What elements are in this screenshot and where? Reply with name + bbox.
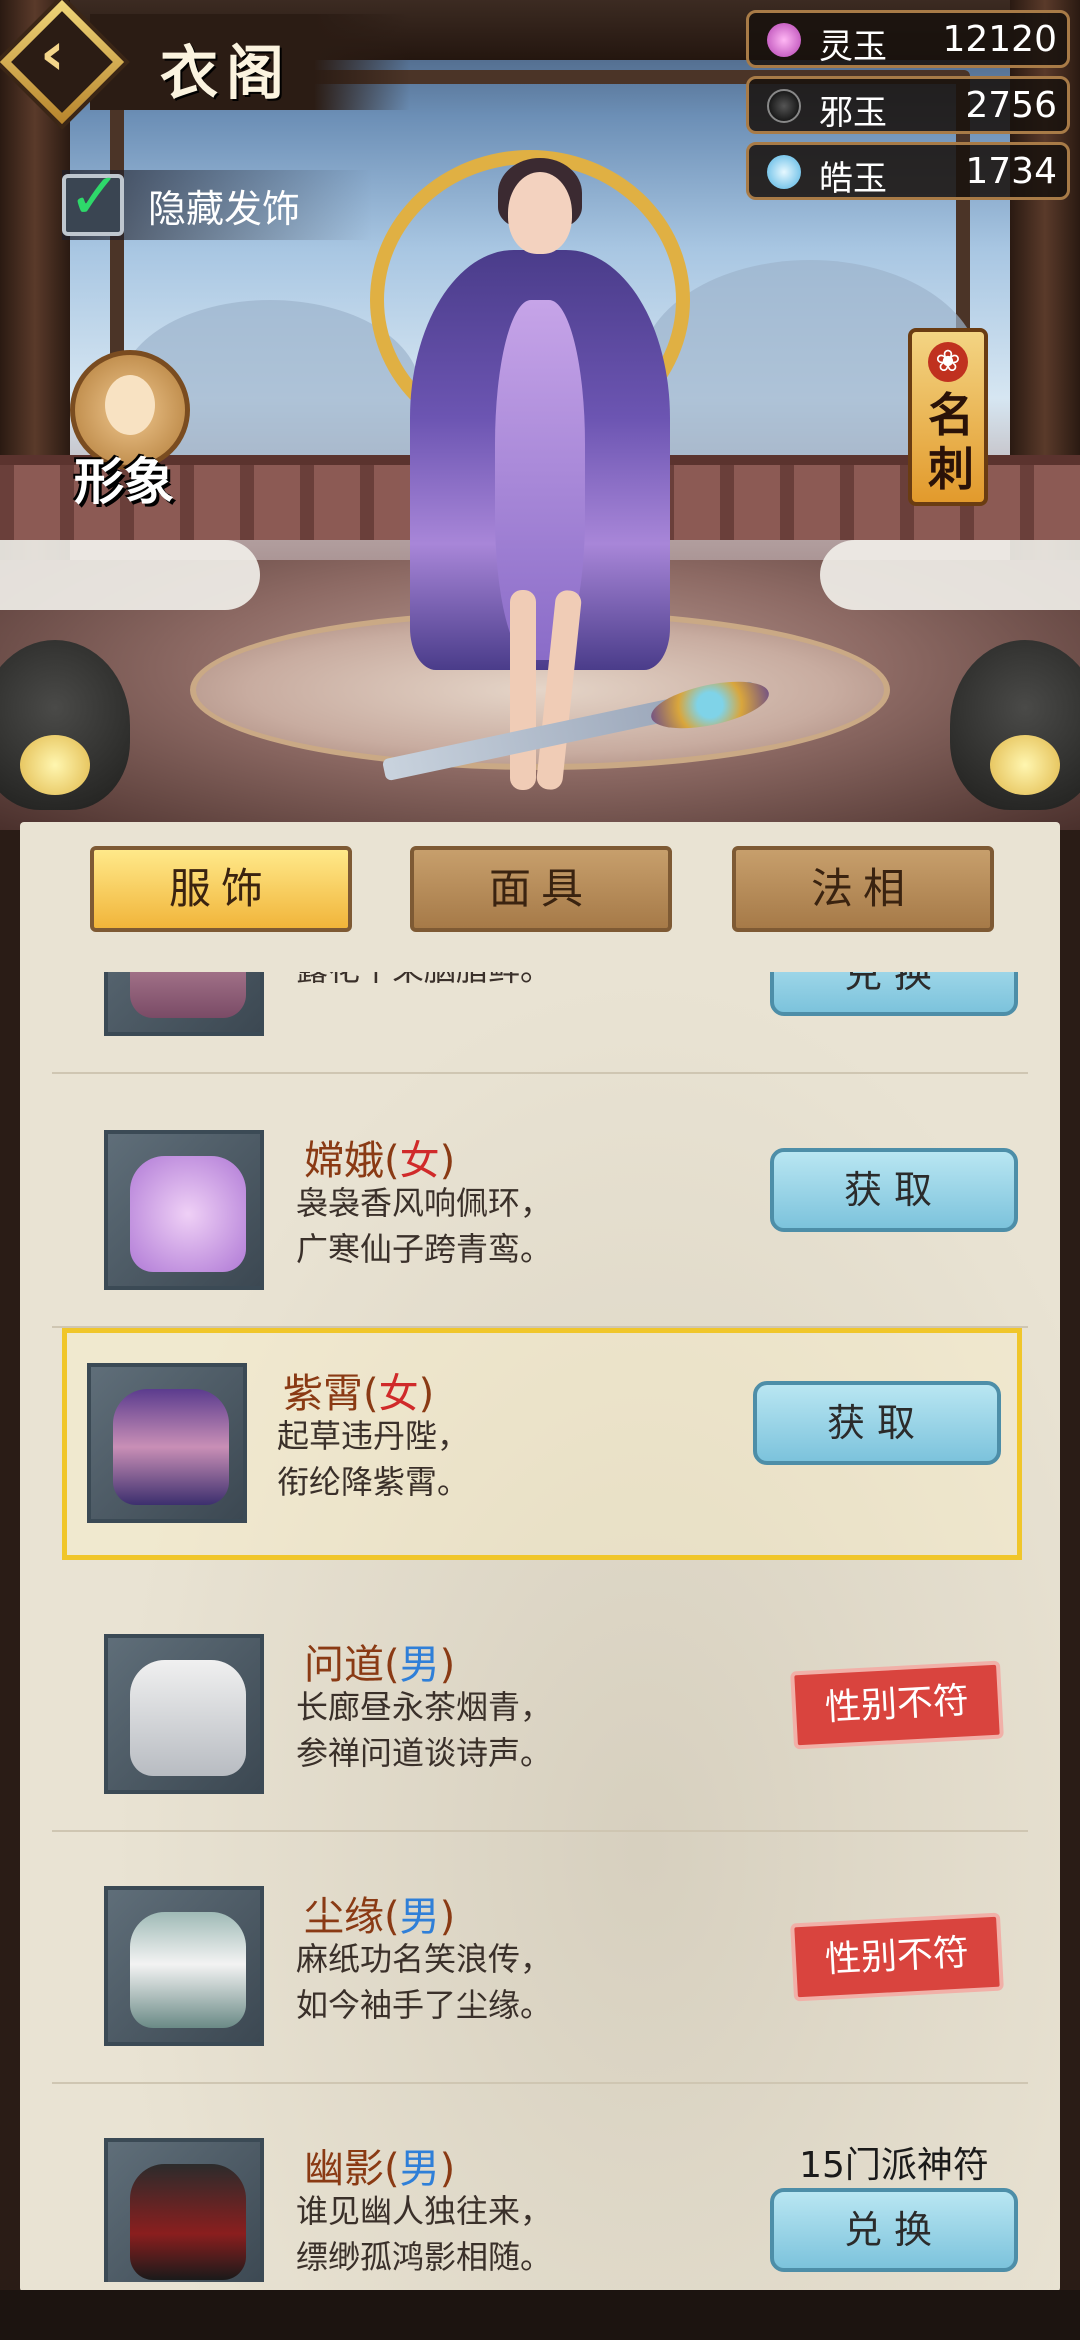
wardrobe-panel: 服饰 面具 法相 露花千朵胭脂鲜。 兑换 嫦娥(女) 袅袅香风响佩环，广寒仙子跨… <box>20 822 1060 2292</box>
hide-hair-label: 隐藏发饰 <box>148 186 301 231</box>
exchange-button[interactable]: 兑换 <box>770 972 1018 1016</box>
costume-thumbnail <box>87 1363 247 1523</box>
xieyu-jade-icon <box>767 89 801 123</box>
list-item[interactable]: 嫦娥(女) 袅袅香风响佩环， 广寒仙子跨青鸾。 获取 <box>52 1076 1028 1328</box>
item-name: 紫霄(女) <box>283 1371 435 1417</box>
item-name: 嫦娥(女) <box>304 1138 456 1184</box>
item-name: 问道(男) <box>304 1642 456 1688</box>
list-item[interactable]: 幽影(男) 谁见幽人独往来， 缥缈孤鸿影相随。 15门派神符 兑换 <box>52 2084 1028 2282</box>
costume-thumbnail <box>104 1886 264 2046</box>
currency-name: 皓玉 <box>819 159 887 199</box>
seal-icon: ❀ <box>928 342 968 382</box>
haoyu-jade-icon <box>767 155 801 189</box>
list-item[interactable]: 露花千朵胭脂鲜。 兑换 <box>52 972 1028 1074</box>
cloud <box>820 540 1080 610</box>
exchange-cost: 15门派神符 <box>799 2145 989 2186</box>
item-description: 谁见幽人独往来， 缥缈孤鸿影相随。 <box>296 2192 553 2276</box>
item-description: 长廊昼永茶烟青， 参禅问道谈诗声。 <box>296 1688 553 1772</box>
currency-value: 12120 <box>942 19 1057 60</box>
costume-thumbnail <box>104 2138 264 2282</box>
list-item[interactable]: 尘缘(男) 麻纸功名笑浪传， 如今袖手了尘缘。 性别不符 <box>52 1832 1028 2084</box>
lingyu-gem-icon <box>767 23 801 57</box>
currency-name: 灵玉 <box>819 27 887 67</box>
currency-haoyu: 皓玉 1734 <box>746 142 1070 200</box>
appearance-label: 形象 <box>74 452 174 511</box>
item-name: 幽影(男) <box>304 2146 456 2192</box>
costume-list[interactable]: 露花千朵胭脂鲜。 兑换 嫦娥(女) 袅袅香风响佩环，广寒仙子跨青鸾。 获取 紫霄… <box>52 972 1028 2282</box>
name-card-label: 名刺 <box>928 388 974 496</box>
item-name: 尘缘(男) <box>304 1894 456 1940</box>
cloud <box>0 540 260 610</box>
obtain-button[interactable]: 获取 <box>770 1148 1018 1232</box>
item-description: 起草违丹陛， 衔纶降紫霄。 <box>277 1417 470 1501</box>
currency-value: 1734 <box>965 151 1057 192</box>
currency-xieyu: 邪玉 2756 <box>746 76 1070 134</box>
currency-name: 邪玉 <box>819 93 887 133</box>
exchange-button[interactable]: 兑换 <box>770 2188 1018 2272</box>
list-item-selected[interactable]: 紫霄(女) 起草违丹陛， 衔纶降紫霄。 获取 <box>62 1328 1022 1560</box>
obtain-button[interactable]: 获取 <box>753 1381 1001 1465</box>
currency-value: 2756 <box>965 85 1057 126</box>
item-description: 麻纸功名笑浪传， 如今袖手了尘缘。 <box>296 1940 553 2024</box>
gender-mismatch-stamp: 性别不符 <box>790 1912 1004 2002</box>
appearance-button[interactable]: 形象 <box>70 350 190 511</box>
costume-thumbnail <box>104 972 264 1036</box>
tab-mask[interactable]: 面具 <box>410 846 672 932</box>
bottom-bar <box>0 2290 1080 2340</box>
tab-costume[interactable]: 服饰 <box>90 846 352 932</box>
checkbox[interactable]: ✓ <box>62 160 124 236</box>
item-description: 露花千朵胭脂鲜。 <box>296 972 552 992</box>
list-item[interactable]: 问道(男) 长廊昼永茶烟青， 参禅问道谈诗声。 性别不符 <box>52 1580 1028 1832</box>
character-model <box>340 150 773 791</box>
item-description: 袅袅香风响佩环， 广寒仙子跨青鸾。 <box>296 1184 553 1268</box>
page-title: 衣阁 <box>160 39 293 107</box>
tab-dharma[interactable]: 法相 <box>732 846 994 932</box>
checkmark-icon: ✓ <box>68 160 122 234</box>
costume-thumbnail <box>104 1634 264 1794</box>
head <box>508 172 572 254</box>
leg <box>510 590 536 790</box>
hide-hair-toggle[interactable]: ✓ 隐藏发饰 <box>62 160 372 240</box>
chevron-left-icon[interactable]: ‹ <box>40 24 88 84</box>
currency-lingyu: 灵玉 12120 <box>746 10 1070 68</box>
character-preview-scene: ‹ 衣阁 ✓ 隐藏发饰 灵玉 12120 邪玉 2756 皓玉 1734 形象 … <box>0 0 1080 830</box>
costume-thumbnail <box>104 1130 264 1290</box>
gender-mismatch-stamp: 性别不符 <box>790 1660 1004 1750</box>
name-card-button[interactable]: ❀ 名刺 <box>908 328 988 506</box>
